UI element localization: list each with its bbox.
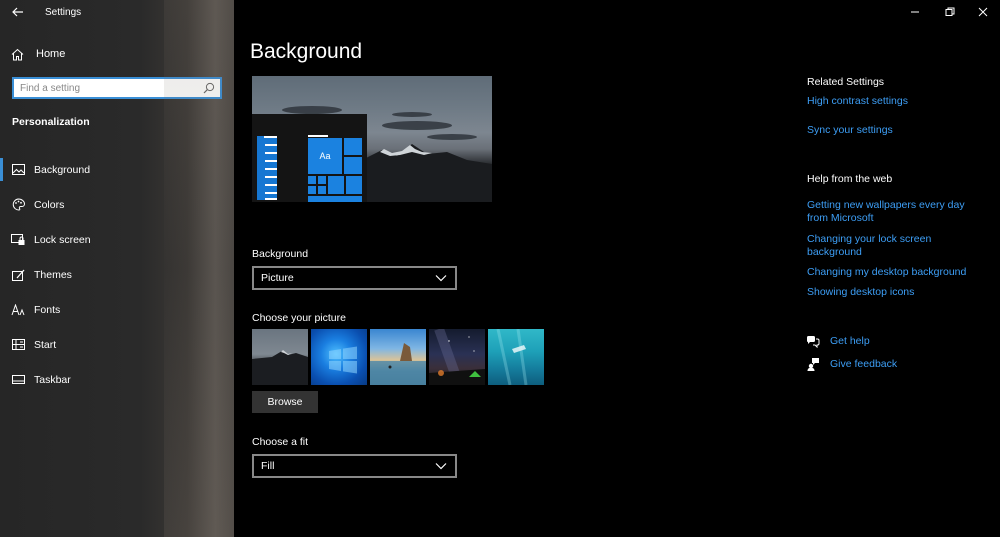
link-lock-screen-background[interactable]: Changing your lock screen background	[807, 233, 947, 259]
help-heading: Help from the web	[807, 173, 893, 185]
fit-dropdown[interactable]: Fill	[252, 454, 457, 478]
picture-thumbnails	[252, 329, 544, 385]
themes-icon	[11, 268, 25, 282]
link-high-contrast-settings[interactable]: High contrast settings	[807, 95, 987, 108]
link-desktop-background[interactable]: Changing my desktop background	[807, 266, 987, 279]
lock-screen-icon	[11, 233, 25, 247]
home-label: Home	[36, 48, 66, 60]
sidebar-nav: Background Colors Lock screen Themes Fon…	[0, 152, 234, 397]
link-new-wallpapers[interactable]: Getting new wallpapers every day from Mi…	[807, 199, 977, 225]
picture-thumbnail[interactable]	[370, 329, 426, 385]
sidebar-item-taskbar[interactable]: Taskbar	[0, 362, 234, 397]
home-icon	[10, 47, 24, 61]
sidebar-item-lock-screen[interactable]: Lock screen	[0, 222, 234, 257]
chat-bubble-icon	[806, 334, 820, 348]
choose-picture-label: Choose your picture	[252, 312, 346, 324]
sidebar-item-label: Background	[34, 163, 91, 176]
picture-thumbnail[interactable]	[252, 329, 308, 385]
chevron-down-icon	[435, 463, 447, 470]
sidebar-item-label: Colors	[34, 198, 65, 211]
sidebar-item-label: Fonts	[34, 303, 61, 316]
minimize-icon	[911, 11, 919, 13]
preview-tile-label: Aa	[319, 151, 331, 161]
sidebar-item-background[interactable]: Background	[0, 152, 234, 187]
restore-button[interactable]	[933, 0, 967, 24]
sidebar-home[interactable]: Home	[10, 44, 65, 64]
give-feedback-link[interactable]: Give feedback	[806, 357, 897, 371]
close-icon	[978, 7, 988, 17]
background-type-value: Picture	[261, 272, 294, 284]
back-arrow-icon	[12, 7, 23, 17]
back-button[interactable]	[8, 3, 28, 21]
restore-icon	[945, 7, 955, 16]
taskbar-icon	[11, 373, 25, 387]
fonts-icon	[11, 303, 25, 317]
chevron-down-icon	[435, 275, 447, 282]
sidebar-item-start[interactable]: Start	[0, 327, 234, 362]
sidebar-item-label: Start	[34, 338, 57, 351]
related-settings-heading: Related Settings	[807, 76, 885, 88]
get-help-link[interactable]: Get help	[806, 334, 870, 348]
sidebar-item-label: Themes	[34, 268, 72, 281]
give-feedback-label: Give feedback	[830, 358, 898, 370]
picture-thumbnail[interactable]	[429, 329, 485, 385]
background-preview: Aa	[252, 76, 492, 202]
search-icon[interactable]	[202, 81, 216, 95]
minimize-button[interactable]	[898, 0, 932, 24]
title-bar: Settings	[0, 0, 234, 26]
start-icon	[11, 338, 25, 352]
get-help-label: Get help	[830, 335, 870, 347]
sidebar-item-label: Lock screen	[34, 233, 91, 246]
choose-fit-label: Choose a fit	[252, 436, 309, 448]
feedback-icon	[806, 357, 820, 371]
fit-value: Fill	[261, 460, 275, 472]
search-box[interactable]	[12, 77, 222, 99]
sidebar-item-themes[interactable]: Themes	[0, 257, 234, 292]
app-title: Settings	[45, 7, 82, 18]
sidebar-item-colors[interactable]: Colors	[0, 187, 234, 222]
sidebar-item-fonts[interactable]: Fonts	[0, 292, 234, 327]
page-title: Background	[250, 40, 363, 63]
picture-icon	[11, 163, 25, 177]
sidebar-item-label: Taskbar	[34, 373, 71, 386]
link-sync-settings[interactable]: Sync your settings	[807, 124, 987, 137]
browse-button[interactable]: Browse	[252, 391, 318, 413]
picture-thumbnail[interactable]	[488, 329, 544, 385]
background-type-dropdown[interactable]: Picture	[252, 266, 457, 290]
picture-thumbnail[interactable]	[311, 329, 367, 385]
search-input[interactable]	[14, 79, 202, 97]
link-desktop-icons[interactable]: Showing desktop icons	[807, 286, 987, 299]
start-menu-preview: Aa	[252, 114, 367, 202]
close-button[interactable]	[966, 0, 1000, 24]
palette-icon	[11, 198, 25, 212]
section-title: Personalization	[12, 116, 90, 128]
sidebar: Settings Home Personalization Background…	[0, 0, 234, 537]
background-type-label: Background	[252, 248, 309, 260]
